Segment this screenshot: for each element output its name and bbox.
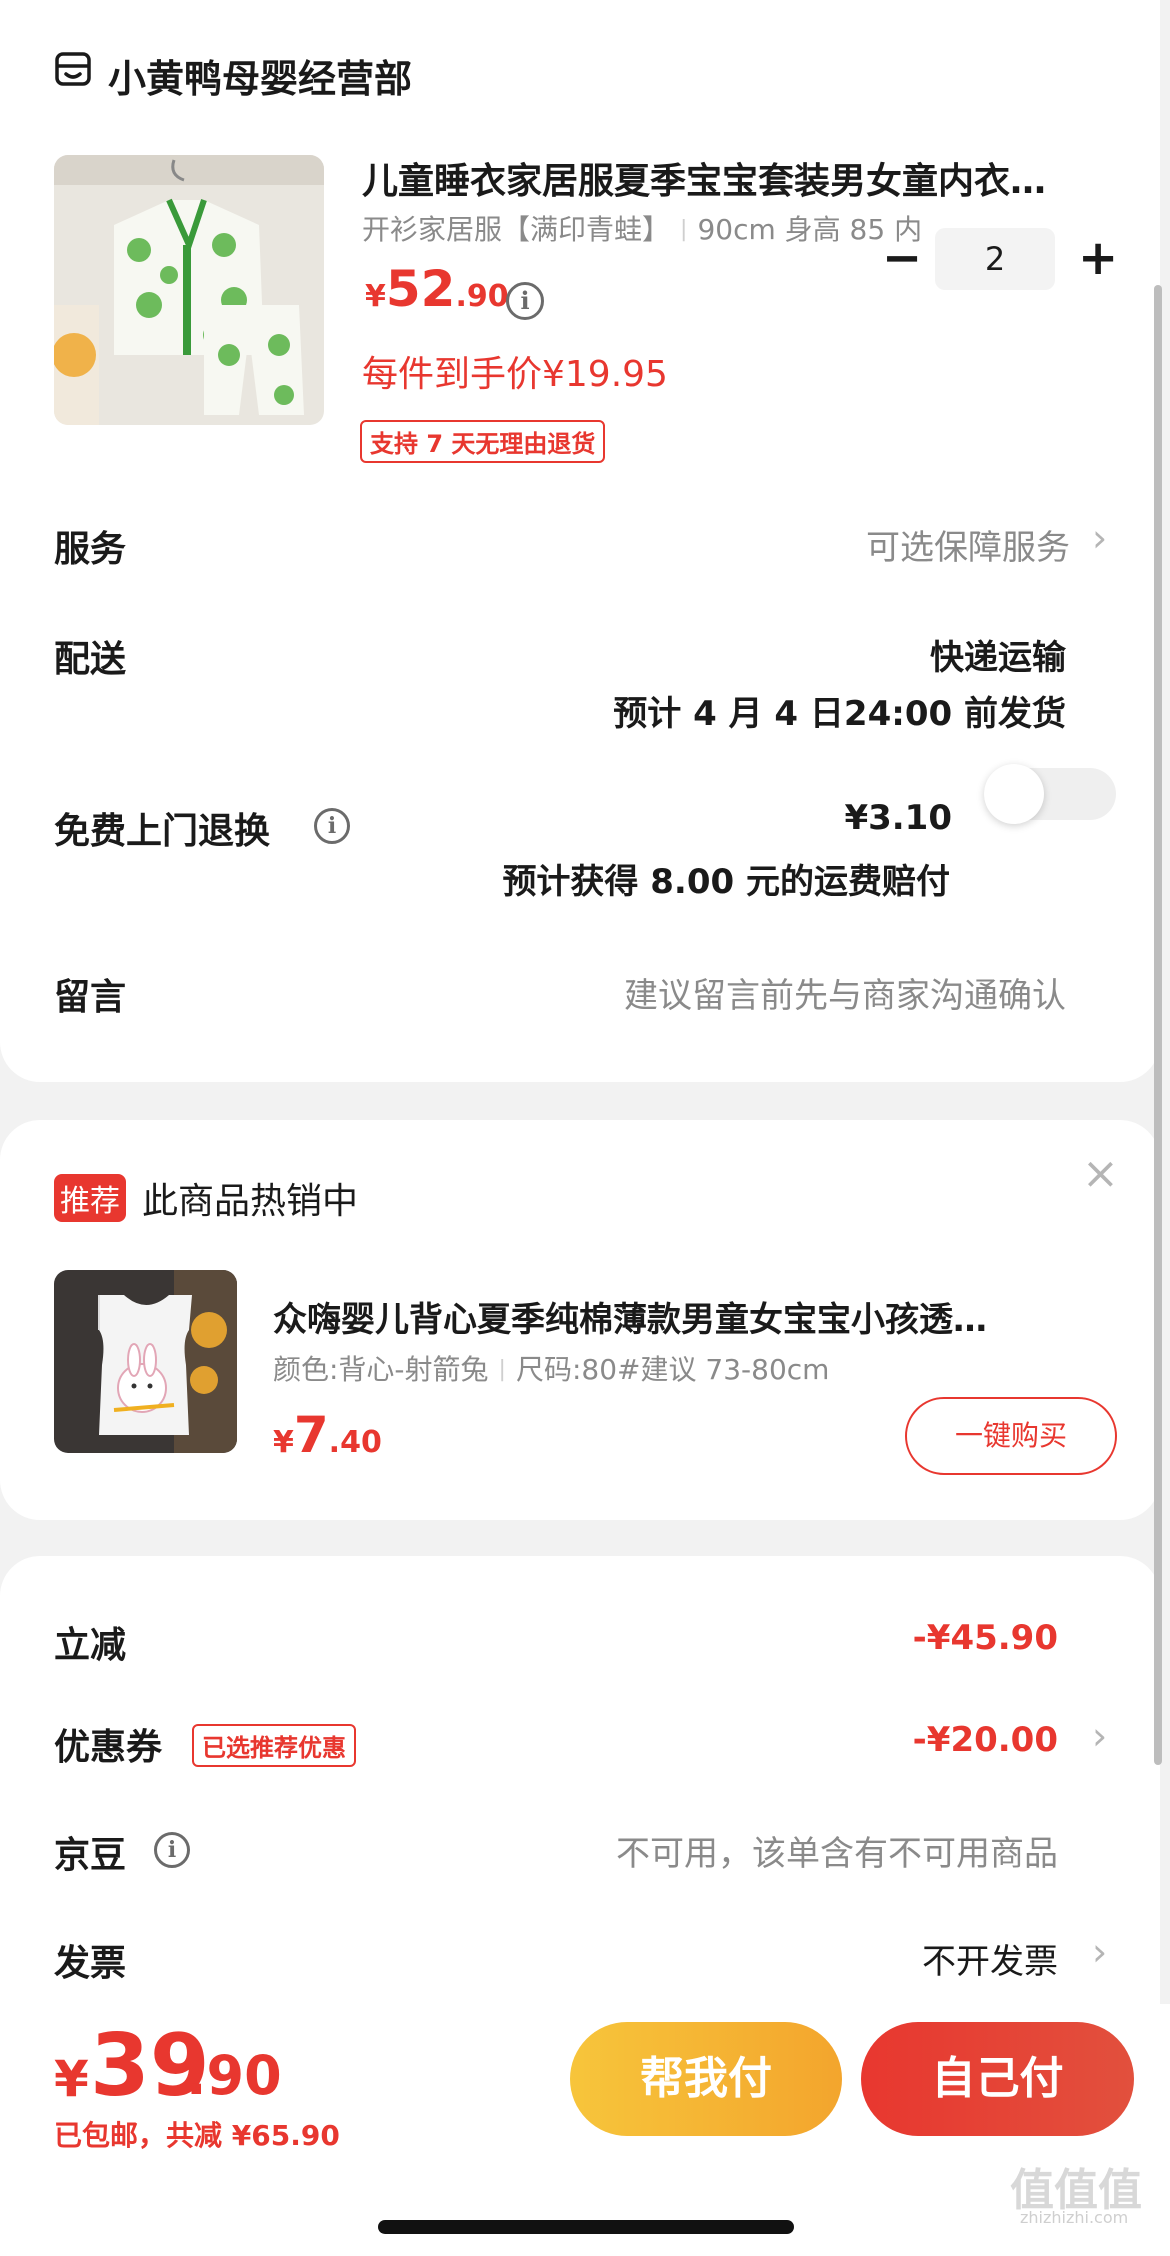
- recommend-badge: 推荐: [54, 1174, 126, 1222]
- free-return-note: 预计获得 8.00 元的运费赔付: [502, 862, 950, 902]
- quantity-value[interactable]: 2: [935, 228, 1055, 290]
- price-decimal: .40: [328, 1425, 382, 1460]
- close-icon[interactable]: ×: [1082, 1148, 1119, 1199]
- delivery-eta: 预计 4 月 4 日24:00 前发货: [613, 694, 1066, 734]
- price-info-icon[interactable]: i: [506, 282, 544, 320]
- service-value[interactable]: 可选保障服务: [866, 520, 1070, 569]
- total-note: 已包邮，共减 ¥65.90: [54, 2119, 340, 2152]
- beans-value: 不可用，该单含有不可用商品: [616, 1834, 1058, 1874]
- recommend-title[interactable]: 众嗨婴儿背心夏季纯棉薄款男童女宝宝小孩透…: [273, 1292, 1118, 1341]
- message-input[interactable]: 建议留言前先与商家沟通确认: [624, 968, 1066, 1017]
- delivery-label: 配送: [54, 639, 127, 680]
- delivery-method[interactable]: 快递运输: [930, 630, 1066, 679]
- recommend-price: ¥7.40: [273, 1406, 382, 1464]
- coupon-chevron-icon[interactable]: ›: [1092, 1714, 1107, 1758]
- service-label: 服务: [54, 529, 127, 570]
- discount-label: 立减: [54, 1625, 127, 1666]
- help-pay-button[interactable]: 帮我付: [570, 2022, 842, 2136]
- unit-price: 每件到手价¥19.95: [362, 354, 668, 395]
- price-symbol: ¥: [273, 1425, 294, 1460]
- quantity-plus-button[interactable]: +: [1078, 234, 1118, 282]
- free-return-toggle[interactable]: [984, 764, 1116, 824]
- price-decimal: .90: [455, 279, 509, 314]
- recommend-heading: 此商品热销中: [142, 1181, 359, 1222]
- invoice-chevron-icon[interactable]: ›: [1092, 1930, 1107, 1974]
- recommend-spec-size: 尺码:80#建议 73-80cm: [515, 1353, 830, 1386]
- free-return-price: ¥3.10: [844, 798, 952, 838]
- price-integer: 7: [293, 1406, 329, 1464]
- toggle-knob: [984, 764, 1044, 824]
- pricing-card: 立减 -¥45.90 优惠券 已选推荐优惠 -¥20.00 › 京豆 i 不可用…: [0, 1556, 1160, 2026]
- discount-value: -¥45.90: [912, 1618, 1058, 1658]
- recommendation-card: 推荐 此商品热销中 × 众嗨婴儿背心夏季纯棉薄款男童女宝宝小孩透… 颜色:背心-…: [0, 1120, 1160, 1520]
- invoice-label: 发票: [54, 1943, 127, 1984]
- spec-separator: |: [498, 1357, 506, 1382]
- recommend-spec: 颜色:背心-射箭兔 | 尺码:80#建议 73-80cm: [273, 1348, 829, 1388]
- free-return-label: 免费上门退换: [54, 811, 271, 852]
- watermark-url: zhizhizhi.com: [1020, 2208, 1129, 2227]
- message-label: 留言: [54, 977, 127, 1018]
- beans-info-icon[interactable]: i: [154, 1832, 190, 1868]
- product-image[interactable]: [54, 155, 324, 425]
- store-icon: [55, 52, 91, 86]
- coupon-label: 优惠券: [54, 1727, 163, 1768]
- recommend-product-image[interactable]: [54, 1270, 237, 1453]
- product-spec[interactable]: 开衫家居服【满印青蛙】 | 90cm 身高 85 内: [362, 208, 922, 248]
- recommend-spec-color: 颜色:背心-射箭兔: [273, 1353, 489, 1386]
- beans-label: 京豆: [54, 1835, 127, 1876]
- price-symbol: ¥: [365, 279, 386, 314]
- product-price: ¥52.90: [365, 260, 509, 318]
- spec-separator: |: [680, 217, 688, 242]
- product-spec-style: 开衫家居服【满印青蛙】: [362, 213, 671, 246]
- free-return-info-icon[interactable]: i: [314, 808, 350, 844]
- service-chevron-icon[interactable]: ›: [1092, 516, 1107, 560]
- scrollbar[interactable]: [1154, 285, 1162, 1765]
- price-integer: 52: [385, 260, 456, 318]
- total-decimal: .90: [186, 2044, 282, 2107]
- one-click-buy-button[interactable]: 一键购买: [905, 1397, 1117, 1475]
- store-name[interactable]: 小黄鸭母婴经营部: [108, 48, 412, 103]
- coupon-value[interactable]: -¥20.00: [913, 1720, 1058, 1760]
- total-symbol: ¥: [54, 2050, 89, 2108]
- invoice-value[interactable]: 不开发票: [922, 1934, 1058, 1983]
- home-indicator: [378, 2220, 794, 2234]
- checkout-bar: ¥ 39 .90 已包邮，共减 ¥65.90 帮我付 自己付 值值值 zhizh…: [0, 2004, 1170, 2256]
- return-policy-tag: 支持 7 天无理由退货: [360, 420, 606, 463]
- product-title[interactable]: 儿童睡衣家居服夏季宝宝套装男女童内衣…: [362, 152, 1122, 204]
- order-card: 小黄鸭母婴经营部 儿童睡衣家居服夏季宝宝套装男女童内衣… 开衫家居服【满印青蛙】…: [0, 0, 1160, 1082]
- quantity-minus-button[interactable]: −: [882, 234, 922, 282]
- self-pay-button[interactable]: 自己付: [861, 2022, 1134, 2136]
- coupon-tag: 已选推荐优惠: [192, 1724, 356, 1767]
